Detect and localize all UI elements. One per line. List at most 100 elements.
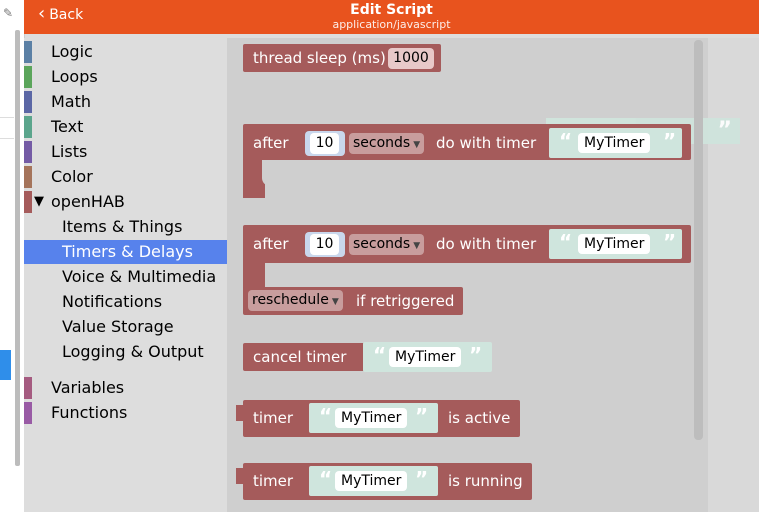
subcategory-timers-delays[interactable]: Timers & Delays	[24, 240, 227, 264]
retrigger-mode-dropdown[interactable]: reschedule ▼	[248, 290, 343, 311]
block-label: after	[253, 134, 289, 152]
quote-close: ”	[663, 129, 677, 153]
block-label: if retriggered	[356, 292, 455, 310]
block-label: is active	[448, 409, 511, 427]
unit-dropdown[interactable]: seconds ▼	[349, 133, 425, 154]
subcategory-logging-output[interactable]: Logging & Output	[24, 340, 227, 364]
quote-close: ”	[663, 230, 677, 254]
block-label: cancel timer	[253, 348, 347, 366]
block-label: after	[253, 235, 289, 253]
retrigger-row: reschedule ▼ if retriggered	[243, 287, 463, 315]
category-logic[interactable]: Logic	[24, 40, 227, 64]
subcategory-value-storage[interactable]: Value Storage	[24, 315, 227, 339]
flyout-scrollbar[interactable]	[694, 40, 703, 440]
category-label: Functions	[51, 403, 128, 422]
timer-name-string[interactable]: “ MyTimer ”	[309, 466, 438, 496]
unit-dropdown[interactable]: seconds ▼	[349, 234, 425, 255]
mode-label: reschedule	[252, 292, 329, 308]
subcategory-items-things[interactable]: Items & Things	[24, 215, 227, 239]
timer-is-active-block[interactable]: timer “ MyTimer ” is active	[243, 400, 520, 437]
category-lists[interactable]: Lists	[24, 140, 227, 164]
category-swatch	[24, 91, 32, 113]
category-swatch	[24, 66, 32, 88]
delay-value-field[interactable]: 10	[310, 133, 339, 154]
block-label: do with timer	[436, 235, 537, 253]
category-variables[interactable]: Variables	[24, 376, 227, 400]
block-flyout	[227, 38, 708, 512]
category-label: Notifications	[62, 292, 163, 311]
timer-name-field[interactable]: MyTimer	[578, 133, 651, 153]
category-label: Variables	[51, 378, 125, 397]
category-label: Text	[51, 117, 84, 136]
quote-close: ”	[717, 118, 732, 143]
unit-label: seconds	[353, 236, 411, 252]
divider	[0, 117, 14, 118]
category-color[interactable]: Color	[24, 165, 227, 189]
category-label: Voice & Multimedia	[62, 267, 217, 286]
subcategory-notifications[interactable]: Notifications	[24, 290, 227, 314]
output-tab	[236, 468, 244, 484]
page-title: Edit Script	[350, 2, 433, 18]
quote-open: “	[559, 129, 573, 153]
output-tab	[236, 405, 244, 421]
dropdown-arrow-icon: ▼	[413, 241, 421, 251]
category-swatch	[24, 402, 32, 424]
dropdown-arrow-icon: ▼	[331, 297, 339, 307]
toolbox: Logic Loops Math Text Lists Color ▼ open…	[24, 38, 227, 512]
category-functions[interactable]: Functions	[24, 401, 227, 425]
scrollbar[interactable]	[15, 30, 20, 466]
category-label: Logic	[51, 42, 93, 61]
delay-value-field[interactable]: 10	[310, 234, 339, 255]
title-wrap: Edit Script application/javascript	[24, 2, 759, 31]
category-loops[interactable]: Loops	[24, 65, 227, 89]
after-timer-block[interactable]: after 10 seconds ▼ do with timer “ MyTime…	[243, 124, 691, 160]
quote-open: “	[319, 467, 333, 491]
category-swatch	[24, 377, 32, 399]
timer-is-running-block[interactable]: timer “ MyTimer ” is running	[243, 463, 532, 500]
sleep-value-field[interactable]: 1000	[388, 48, 434, 69]
timer-name-string[interactable]: “ MyTimer ”	[549, 229, 682, 259]
category-openhab[interactable]: ▼ openHAB	[24, 190, 227, 214]
timer-name-field[interactable]: MyTimer	[335, 408, 408, 428]
timer-name-field[interactable]: MyTimer	[578, 234, 651, 254]
after-timer-retrigger-block[interactable]: after 10 seconds ▼ do with timer “ MyTime…	[243, 225, 691, 263]
category-swatch	[24, 116, 32, 138]
category-swatch	[24, 191, 32, 213]
statement-slot[interactable]	[262, 160, 292, 186]
block-label: is running	[448, 472, 523, 490]
subcategory-voice-multimedia[interactable]: Voice & Multimedia	[24, 265, 227, 289]
block-label: timer	[253, 472, 294, 490]
category-text[interactable]: Text	[24, 115, 227, 139]
dropdown-arrow-icon: ▼	[413, 140, 421, 150]
timer-name-string[interactable]: “ MyTimer ”	[309, 403, 438, 433]
left-strip: ✎	[0, 0, 25, 512]
category-label: Items & Things	[62, 217, 183, 236]
selection-indicator	[0, 350, 11, 380]
category-label: Logging & Output	[62, 342, 204, 361]
divider	[0, 138, 14, 139]
quote-close: ”	[469, 343, 483, 367]
category-swatch	[24, 141, 32, 163]
quote-close: ”	[415, 404, 429, 428]
timer-name-string[interactable]: “ MyTimer ”	[549, 128, 682, 158]
unit-label: seconds	[353, 135, 411, 151]
workspace[interactable]	[227, 38, 759, 512]
category-label: Loops	[51, 67, 98, 86]
timer-name-field[interactable]: MyTimer	[389, 347, 462, 367]
category-label: Lists	[51, 142, 88, 161]
cancel-timer-block[interactable]: cancel timer	[243, 343, 365, 371]
timer-name-string[interactable]: “ MyTimer ”	[363, 342, 492, 372]
page-subtitle: application/javascript	[332, 18, 451, 31]
pin-icon[interactable]: ✎	[3, 6, 13, 20]
category-label: openHAB	[51, 192, 125, 211]
timer-name-field[interactable]: MyTimer	[335, 471, 408, 491]
category-math[interactable]: Math	[24, 90, 227, 114]
quote-open: “	[559, 230, 573, 254]
category-label: Value Storage	[62, 317, 174, 336]
category-swatch	[24, 166, 32, 188]
quote-open: “	[373, 343, 387, 367]
thread-sleep-block[interactable]: thread sleep (ms) 1000	[243, 44, 441, 72]
category-label: Timers & Delays	[62, 242, 193, 261]
block-label: do with timer	[436, 134, 537, 152]
block-label: thread sleep (ms)	[253, 49, 386, 67]
